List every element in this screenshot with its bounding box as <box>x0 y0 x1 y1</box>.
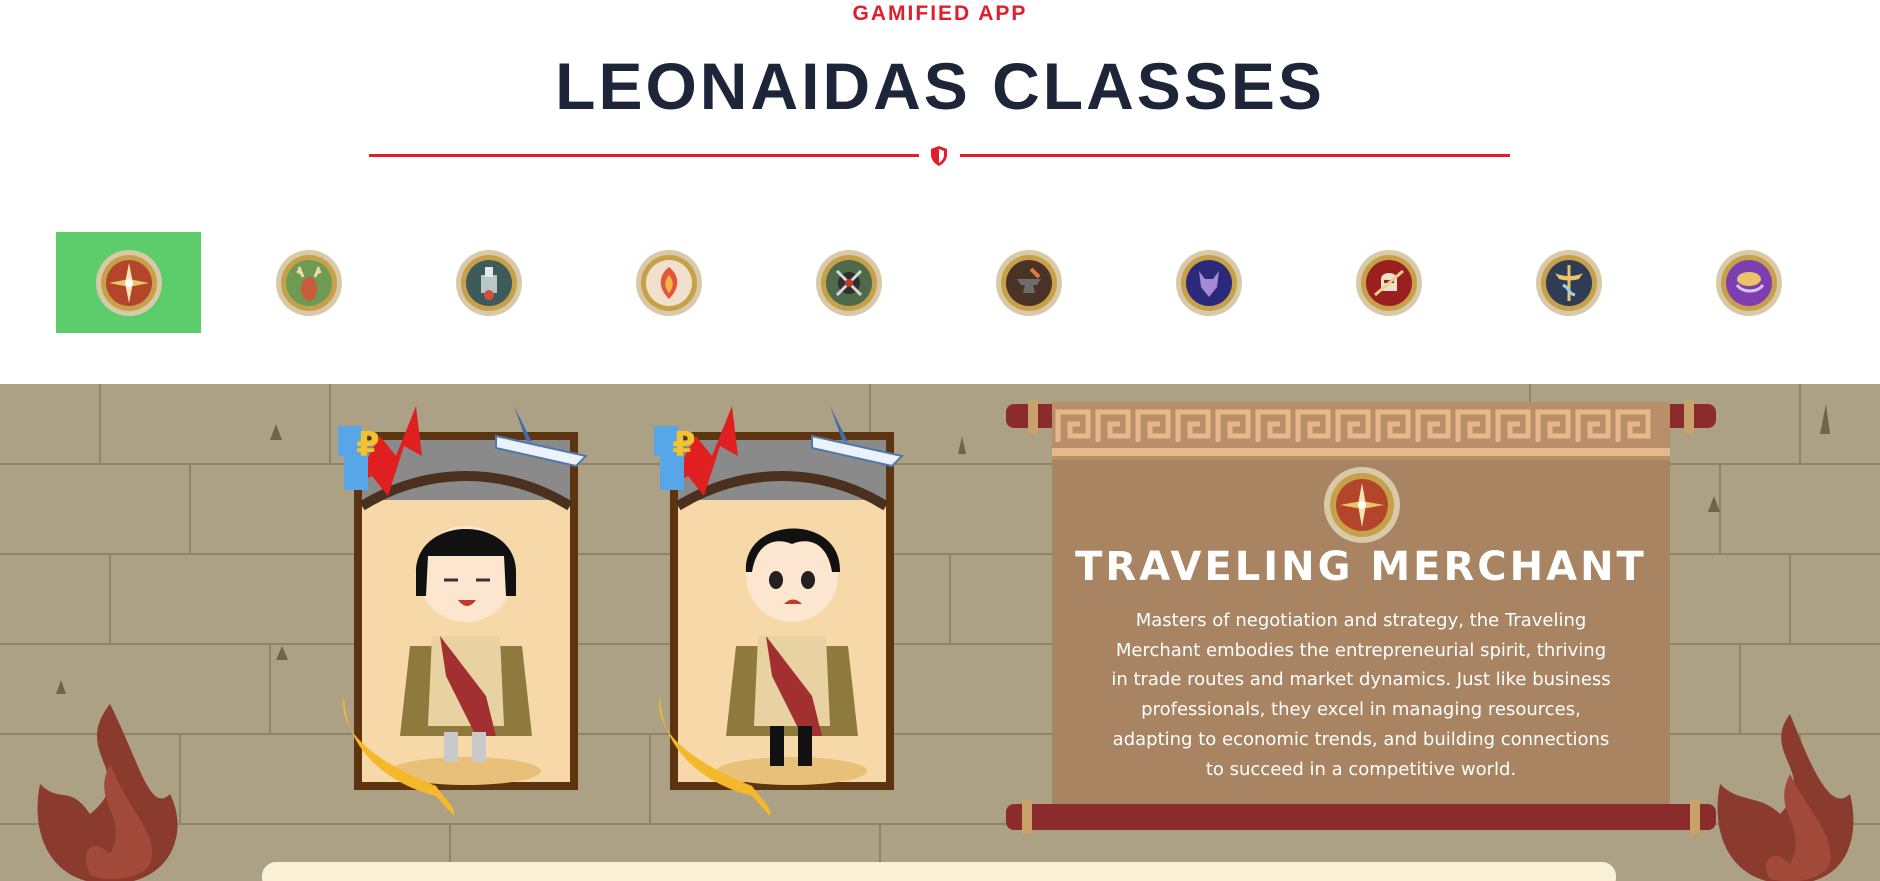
deer-icon <box>275 249 342 316</box>
greek-key-border <box>1052 402 1670 460</box>
bottom-panel <box>262 862 1616 881</box>
knight-helmet-icon <box>1355 249 1422 316</box>
class-description: Masters of negotiation and strategy, the… <box>1111 610 1611 780</box>
genie-lamp-icon <box>1715 249 1782 316</box>
class-tab-5[interactable] <box>776 232 921 333</box>
class-tab-traveling-merchant[interactable] <box>56 232 201 333</box>
svg-text:₽: ₽ <box>356 425 380 465</box>
section-eyebrow: GAMIFIED APP <box>852 2 1028 25</box>
caduceus-icon <box>1535 249 1602 316</box>
title-divider-right <box>960 154 1510 157</box>
class-tab-8[interactable] <box>1316 232 1461 333</box>
shield-icon <box>931 146 947 166</box>
flame-left-decoration <box>37 704 178 881</box>
laboratory-icon <box>455 249 522 316</box>
svg-text:₽: ₽ <box>672 425 696 465</box>
class-selector <box>56 232 1824 334</box>
anvil-icon <box>995 249 1062 316</box>
compass-icon <box>1324 467 1400 543</box>
class-description-scroll: TRAVELING MERCHANT Masters of negotiatio… <box>1006 398 1716 834</box>
class-tab-3[interactable] <box>416 232 561 333</box>
class-tab-4[interactable] <box>596 232 741 333</box>
class-tab-10[interactable] <box>1676 232 1821 333</box>
flame-right-decoration <box>1717 714 1854 881</box>
male-merchant-illustration: ₽ <box>654 406 904 816</box>
scroll-bottom-rod <box>1006 800 1716 834</box>
female-merchant-card[interactable]: ₽ <box>336 396 606 816</box>
class-tab-9[interactable] <box>1496 232 1641 333</box>
crossed-swords-icon <box>815 249 882 316</box>
compass-icon <box>95 249 162 316</box>
class-name-heading: TRAVELING MERCHANT <box>1075 544 1647 590</box>
female-merchant-illustration: ₽ <box>338 406 588 816</box>
page-title: LEONAIDAS CLASSES <box>555 49 1325 123</box>
class-tab-2[interactable] <box>236 232 381 333</box>
class-tab-6[interactable] <box>956 232 1101 333</box>
wolf-icon <box>1175 249 1242 316</box>
phoenix-icon <box>635 249 702 316</box>
title-divider-left <box>369 154 919 157</box>
class-tab-7[interactable] <box>1136 232 1281 333</box>
male-merchant-card[interactable]: ₽ <box>652 396 922 816</box>
